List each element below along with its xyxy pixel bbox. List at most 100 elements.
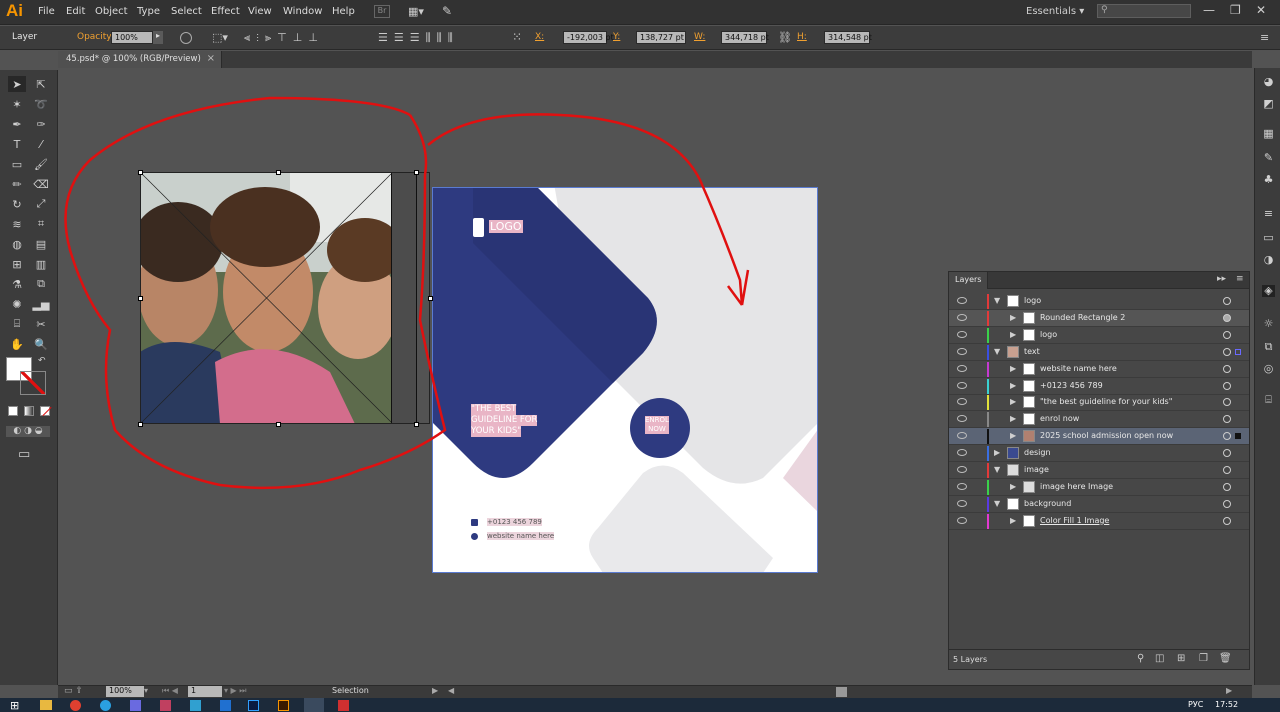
scroll-left-icon[interactable]: ◀ <box>448 686 454 695</box>
pencil-tool-icon[interactable]: ✏ <box>8 176 26 192</box>
stroke-swatch[interactable] <box>20 371 46 395</box>
layer-row[interactable]: ▶ +0123 456 789 <box>949 378 1249 395</box>
expand-arrow-icon[interactable]: ▶ <box>1010 482 1016 491</box>
menu-view[interactable]: View <box>248 6 272 17</box>
expand-arrow-icon[interactable]: ▶ <box>1010 381 1016 390</box>
visibility-eye-icon[interactable] <box>957 516 967 524</box>
illustrator-icon[interactable] <box>278 700 289 711</box>
visibility-eye-icon[interactable] <box>957 398 967 406</box>
close-tab-icon[interactable]: × <box>207 53 215 64</box>
layer-row[interactable]: ▼ background <box>949 496 1249 513</box>
lasso-tool-icon[interactable]: ➰ <box>32 96 50 112</box>
delete-layer-icon[interactable]: 🗑 <box>1219 653 1232 664</box>
target-circle-icon[interactable] <box>1223 432 1231 441</box>
opacity-field[interactable]: 100% <box>111 31 153 44</box>
scroll-right-icon[interactable]: ▶ <box>1226 686 1232 695</box>
handle-bottom-center[interactable] <box>276 422 281 427</box>
gradient-panel-icon[interactable]: ▭ <box>1262 232 1275 244</box>
document-tab[interactable]: 45.psd* @ 100% (RGB/Preview) × <box>58 51 222 68</box>
layer-name[interactable]: "the best guideline for your kids" <box>1040 397 1172 406</box>
new-layer-icon[interactable]: ❐ <box>1199 653 1208 664</box>
color-panel-icon[interactable]: ◕ <box>1262 76 1275 88</box>
visibility-eye-icon[interactable] <box>957 415 967 423</box>
minimize-button[interactable]: — <box>1203 3 1215 17</box>
target-circle-icon[interactable] <box>1223 499 1231 508</box>
app-icon-5[interactable] <box>160 700 171 711</box>
chrome-icon[interactable] <box>70 700 81 711</box>
clock[interactable]: 17:52 <box>1215 700 1238 709</box>
mesh-tool-icon[interactable]: ⊞ <box>8 256 26 272</box>
visibility-eye-icon[interactable] <box>957 432 967 440</box>
expand-arrow-icon[interactable]: ▶ <box>1010 330 1016 339</box>
y-field[interactable]: 138,727 pt <box>636 31 686 44</box>
layer-row[interactable]: ▶ Color Fill 1 Image <box>949 513 1249 530</box>
line-tool-icon[interactable]: ⁄ <box>32 136 50 152</box>
layer-row[interactable]: ▶ logo <box>949 327 1249 344</box>
slice-tool-icon[interactable]: ✂ <box>32 316 50 332</box>
target-circle-icon[interactable] <box>1223 381 1231 390</box>
layer-row[interactable]: ▶ design <box>949 445 1249 463</box>
target-circle-icon[interactable] <box>1223 297 1231 305</box>
layer-name[interactable]: enrol now <box>1040 414 1079 423</box>
constrain-proportions-icon[interactable]: ⛓ <box>778 31 792 44</box>
layer-row[interactable]: ▶ 2025 school admission open now <box>949 428 1249 446</box>
x-label[interactable]: X: <box>535 32 544 42</box>
swap-fill-stroke-icon[interactable]: ↶ <box>38 356 46 366</box>
menu-file[interactable]: File <box>38 6 55 17</box>
expand-arrow-icon[interactable]: ▶ <box>1010 397 1016 406</box>
layer-row[interactable]: ▼ text <box>949 344 1249 361</box>
visibility-eye-icon[interactable] <box>957 466 967 473</box>
opacity-dropdown-icon[interactable]: ▸ <box>153 31 163 44</box>
perspective-grid-tool-icon[interactable]: ▤ <box>32 236 50 252</box>
expand-arrow-icon[interactable]: ▶ <box>994 448 1000 457</box>
stroke-panel-icon[interactable]: ≡ <box>1262 208 1275 220</box>
close-window-button[interactable]: ✕ <box>1256 3 1266 17</box>
image-trace-panel-icon[interactable]: ◎ <box>1262 363 1275 375</box>
align-buttons-icon[interactable]: ⫷⫶⫸⊤⊥⊥ <box>244 31 324 45</box>
target-circle-icon[interactable] <box>1223 347 1231 356</box>
layers-tab[interactable]: Layers <box>949 272 989 289</box>
layer-row[interactable]: ▼ logo <box>949 293 1249 310</box>
expand-arrow-icon[interactable]: ▶ <box>1010 431 1016 440</box>
handle-middle-right[interactable] <box>428 296 433 301</box>
target-circle-icon[interactable] <box>1223 330 1231 339</box>
x-field[interactable]: -192,003 pt <box>563 31 614 44</box>
free-transform-tool-icon[interactable]: ⌗ <box>32 216 50 232</box>
layer-name[interactable]: Color Fill 1 Image <box>1040 516 1109 525</box>
column-graph-tool-icon[interactable]: ▂▅ <box>32 296 50 312</box>
visibility-eye-icon[interactable] <box>957 364 967 372</box>
target-circle-icon[interactable] <box>1223 313 1231 322</box>
artboard-nav-icon[interactable]: ▭ ⇪ <box>64 686 83 696</box>
swatches-panel-icon[interactable]: ▦ <box>1262 128 1275 140</box>
eyedropper-tool-icon[interactable]: ⚗ <box>8 276 26 292</box>
color-guide-panel-icon[interactable]: ◩ <box>1262 98 1275 110</box>
menu-effect[interactable]: Effect <box>211 6 240 17</box>
layer-name[interactable]: image <box>1024 465 1049 474</box>
layer-name[interactable]: text <box>1024 347 1040 356</box>
shape-builder-tool-icon[interactable]: ◍ <box>8 236 26 252</box>
workspace-switcher[interactable]: Essentials ▾ <box>1026 6 1084 17</box>
help-search-input[interactable]: ⚲ <box>1097 4 1191 18</box>
expand-arrow-icon[interactable]: ▶ <box>1010 364 1016 373</box>
recolor-icon[interactable] <box>180 32 192 44</box>
vscode-icon[interactable] <box>220 700 231 711</box>
color-mode-icon[interactable] <box>8 406 18 416</box>
handle-top-left[interactable] <box>138 170 143 175</box>
expand-arrow-icon[interactable]: ▶ <box>1010 516 1016 525</box>
zoom-field[interactable]: 100% <box>106 686 144 697</box>
h-label[interactable]: H: <box>797 32 807 42</box>
visibility-eye-icon[interactable] <box>957 347 967 355</box>
graphic-styles-panel-icon[interactable]: ⧉ <box>1262 341 1275 353</box>
visibility-eye-icon[interactable] <box>957 313 967 321</box>
w-field[interactable]: 344,718 pt <box>721 31 769 44</box>
gpu-performance-icon[interactable]: ✎ <box>442 4 452 18</box>
blend-tool-icon[interactable]: ⧉ <box>32 276 50 292</box>
layer-name[interactable]: +0123 456 789 <box>1040 381 1103 390</box>
menu-window[interactable]: Window <box>283 6 322 17</box>
maximize-button[interactable]: ❐ <box>1230 3 1241 17</box>
symbols-panel-icon[interactable]: ♣ <box>1262 174 1275 186</box>
bridge-icon[interactable]: Br <box>374 5 390 18</box>
app-icon-4[interactable] <box>130 700 141 711</box>
layer-name[interactable]: Rounded Rectangle 2 <box>1040 313 1125 322</box>
menu-type[interactable]: Type <box>137 6 160 17</box>
